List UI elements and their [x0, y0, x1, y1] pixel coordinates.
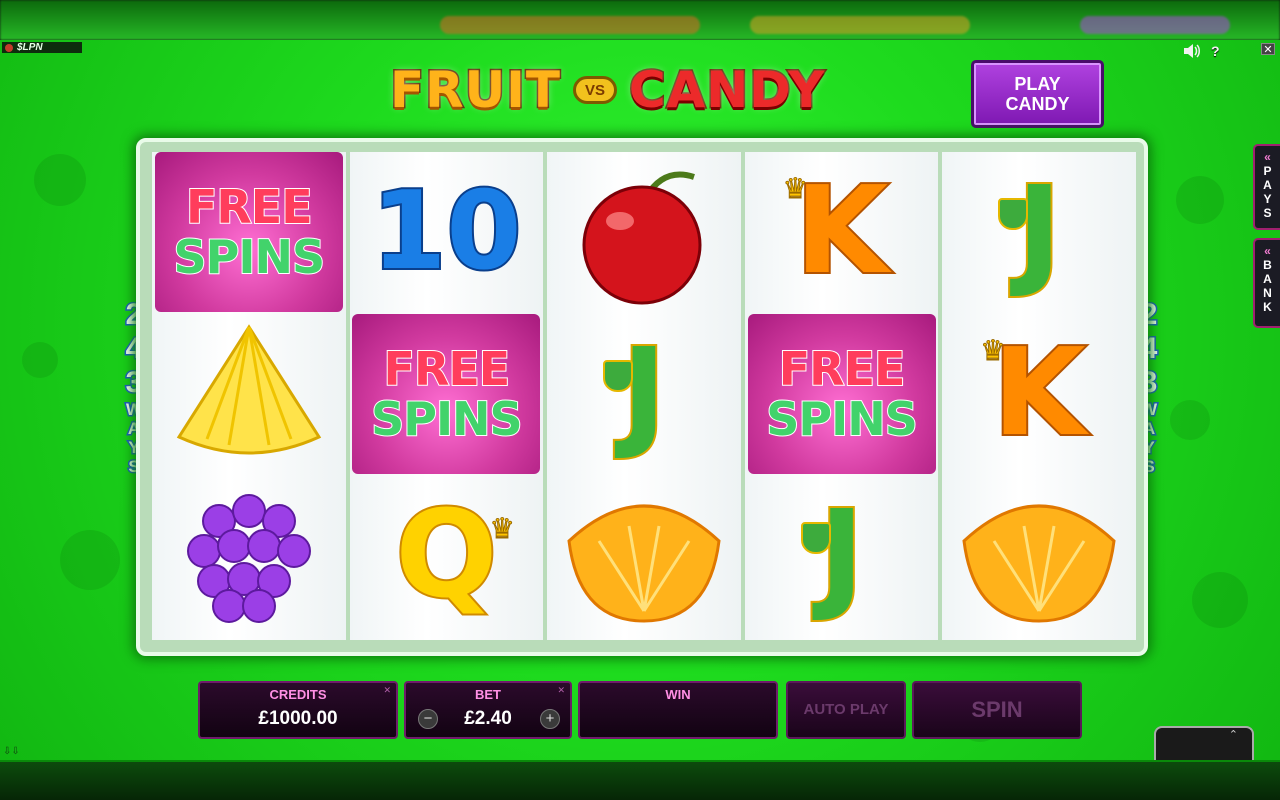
symbol-free-spins: FREE SPINS [745, 314, 939, 474]
chevron-left-icon: « [1264, 150, 1271, 164]
sound-indicator-icon: ⇩⇩ [3, 746, 20, 757]
spin-button[interactable]: SPIN [912, 681, 1082, 739]
symbol-free-spins: FREE SPINS [152, 152, 346, 312]
pays-tab[interactable]: « P A Y S [1253, 144, 1280, 230]
logo-candy-text: CANDY [627, 60, 826, 121]
reel-frame: FREE SPINS 10 FREE SPINS Q ♛ J K ♛ FREE … [136, 138, 1148, 656]
play-candy-line1: PLAY [1014, 74, 1061, 94]
speaker-icon[interactable] [1183, 44, 1201, 58]
reel-2: 10 FREE SPINS Q ♛ [349, 152, 544, 640]
symbol-queen: Q ♛ [350, 476, 544, 636]
symbol-cherry [547, 152, 741, 312]
help-button[interactable]: ? [1211, 43, 1220, 59]
spins-text: SPINS [173, 230, 327, 284]
queen-text: Q [393, 486, 499, 625]
expand-icon: ✕ [557, 685, 565, 695]
shield-icon [998, 198, 1029, 230]
close-button[interactable]: ✕ [1261, 43, 1275, 56]
free-spins-word-free: FREE [778, 342, 907, 396]
free-text: FREE [185, 180, 314, 234]
symbol-orange-slice [547, 476, 741, 636]
play-candy-button[interactable]: PLAY CANDY [971, 60, 1104, 128]
crown-icon: ♛ [489, 513, 515, 545]
expand-icon: ✕ [383, 685, 391, 695]
orange-slice-icon [962, 504, 1116, 623]
chevron-left-icon: « [1264, 244, 1271, 258]
top-blurred-strip [0, 0, 1280, 40]
free-spins-word-free: FREE [383, 342, 512, 396]
symbol-king: K ♛ [942, 314, 1136, 474]
logo-fruit-text: FRUIT [389, 60, 562, 121]
credits-value: £1000.00 [258, 708, 338, 729]
symbol-pineapple [152, 314, 346, 474]
operator-brand: $LPN [2, 42, 82, 53]
reel-1: FREE SPINS [152, 152, 346, 640]
cherry-icon [582, 171, 702, 305]
free-spins-word-spins: SPINS [173, 230, 327, 284]
free-spins-word-free: FREE [185, 180, 314, 234]
symbol-jack: J [942, 152, 1136, 312]
brand-text: $LPN [17, 42, 43, 53]
spins-text: SPINS [370, 392, 524, 446]
grapes-icon [186, 494, 311, 623]
symbol-orange-slice [942, 476, 1136, 636]
symbol-jack: J [745, 476, 939, 636]
credits-label: CREDITS [269, 687, 327, 702]
pineapple-icon [176, 324, 321, 455]
free-text: FREE [383, 342, 512, 396]
pays-letter: Y [1263, 192, 1272, 206]
jack-text: J [817, 486, 866, 625]
brand-logo-icon [5, 43, 13, 52]
reel-5: J K ♛ [942, 152, 1136, 640]
game-area: $LPN ? ✕ FRUIT VS CANDY PLAY CANDY 2 4 3… [0, 40, 1280, 760]
orange-slice-icon [567, 504, 721, 623]
jack-text: J [620, 324, 669, 463]
divider [0, 760, 1280, 762]
free-spins-word-spins: SPINS [765, 392, 919, 446]
chevron-up-icon: ⌃ [1228, 729, 1238, 741]
symbol-king: K ♛ [745, 152, 939, 312]
bank-tab[interactable]: « B A N K [1253, 238, 1280, 328]
shield-icon [603, 360, 634, 392]
autoplay-button[interactable]: AUTO PLAY [786, 681, 906, 739]
jack-text: J [1015, 162, 1064, 301]
pays-letter: P [1263, 164, 1272, 178]
spins-text: SPINS [765, 392, 919, 446]
king-text: K [793, 162, 890, 301]
free-text: FREE [778, 342, 907, 396]
bank-letter: K [1263, 300, 1272, 314]
free-spins-word-spins: SPINS [370, 392, 524, 446]
play-candy-line2: CANDY [1005, 94, 1070, 114]
bank-letter: N [1263, 286, 1272, 300]
win-panel: WIN [578, 681, 778, 739]
pays-letter: S [1263, 206, 1272, 220]
crown-icon: ♛ [782, 173, 808, 205]
bet-label: BET [475, 687, 501, 702]
symbol-free-spins: FREE SPINS [350, 314, 544, 474]
reel-3: J [547, 152, 741, 640]
bet-panel: ✕ BET £2.40 − + [404, 681, 572, 739]
credits-panel[interactable]: ✕ CREDITS £1000.00 [198, 681, 398, 739]
king-text: K [991, 324, 1088, 463]
reels: FREE SPINS 10 FREE SPINS Q ♛ J K ♛ FREE … [152, 152, 1136, 640]
menu-expander[interactable]: ⌃ [1154, 726, 1254, 760]
bet-increase-button[interactable]: + [540, 709, 560, 729]
bottom-strip [0, 760, 1280, 800]
ten-text: 10 [369, 169, 523, 294]
shield-icon [800, 522, 831, 554]
symbol-ten: 10 [350, 152, 544, 312]
bet-decrease-button[interactable]: − [418, 709, 438, 729]
bank-letter: B [1263, 258, 1272, 272]
crown-icon: ♛ [980, 335, 1006, 367]
bank-letter: A [1263, 272, 1272, 286]
reel-4: K ♛ FREE SPINS J [744, 152, 939, 640]
win-label: WIN [665, 687, 691, 702]
game-logo: FRUIT VS CANDY [389, 50, 890, 130]
symbol-grapes [152, 476, 346, 636]
symbol-jack: J [547, 314, 741, 474]
pays-letter: A [1263, 178, 1272, 192]
logo-vs-badge: VS [572, 76, 617, 104]
